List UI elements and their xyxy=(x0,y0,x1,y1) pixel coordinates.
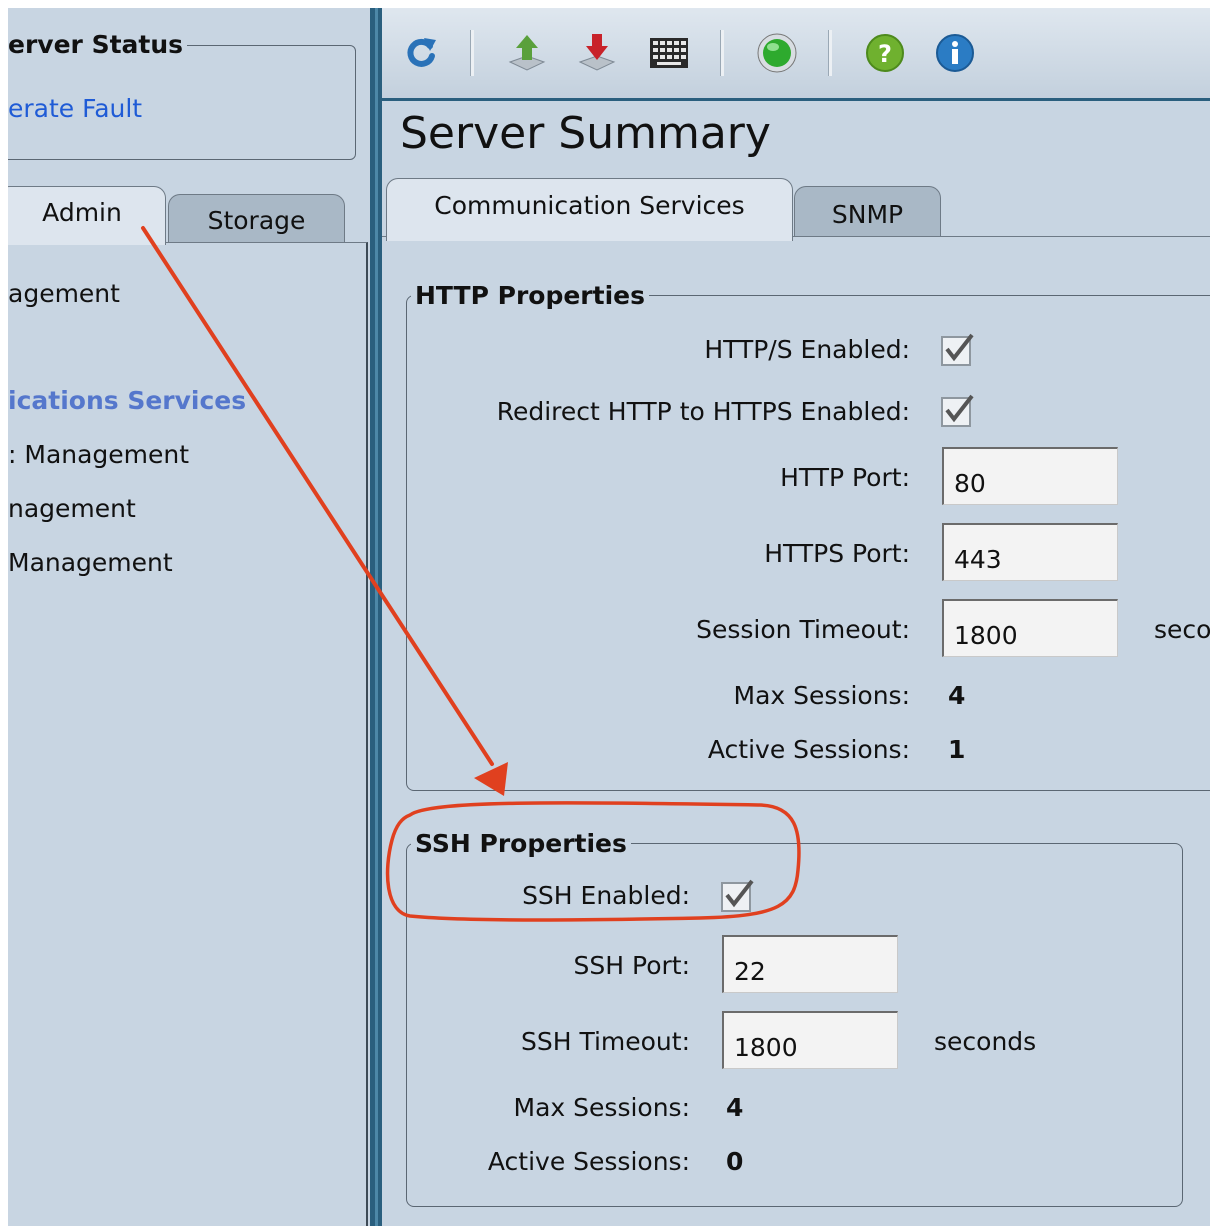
nav-item-certificate-management[interactable]: : Management xyxy=(8,440,189,469)
http-max-sessions-label: Max Sessions: xyxy=(733,681,910,710)
ssh-max-sessions-value: 4 xyxy=(726,1093,744,1122)
session-timeout-unit: seco xyxy=(1154,615,1210,644)
ssh-active-sessions-label: Active Sessions: xyxy=(487,1147,690,1176)
svg-text:?: ? xyxy=(878,40,892,68)
http-port-input[interactable] xyxy=(942,447,1118,505)
generate-fault-link[interactable]: erate Fault xyxy=(8,94,142,123)
help-icon[interactable]: ? xyxy=(864,32,906,74)
http-max-sessions-value: 4 xyxy=(948,681,966,710)
ssh-enabled-checkbox[interactable] xyxy=(720,879,754,913)
right-pane: ? Server Summary Communication Services … xyxy=(382,8,1210,1226)
ssh-properties-legend: SSH Properties xyxy=(415,829,627,858)
toolbar-separator xyxy=(470,30,474,76)
server-status-title: erver Status xyxy=(8,30,188,59)
http-port-label: HTTP Port: xyxy=(780,463,910,492)
http-properties-legend: HTTP Properties xyxy=(415,281,645,310)
toolbar-separator xyxy=(828,30,832,76)
ssh-max-sessions-label: Max Sessions: xyxy=(513,1093,690,1122)
communication-services-panel: HTTP Properties HTTP/S Enabled: Redirect… xyxy=(382,236,1210,1226)
ssh-enabled-label: SSH Enabled: xyxy=(522,881,690,910)
tab-snmp[interactable]: SNMP xyxy=(794,186,941,241)
redirect-https-checkbox[interactable] xyxy=(940,394,974,428)
tab-storage[interactable]: Storage xyxy=(168,194,345,245)
ssh-timeout-input[interactable] xyxy=(722,1011,898,1069)
nav-item-communications-services[interactable]: ications Services xyxy=(8,386,246,415)
tab-admin[interactable]: Admin xyxy=(8,186,166,245)
ssh-port-input[interactable] xyxy=(722,935,898,993)
https-enabled-label: HTTP/S Enabled: xyxy=(704,335,910,364)
left-pane: erver Status erate Fault Admin Storage a… xyxy=(8,8,370,1226)
status-globe-icon[interactable] xyxy=(756,32,798,74)
redirect-https-label: Redirect HTTP to HTTPS Enabled: xyxy=(496,397,910,426)
nav-item-firmware-management[interactable]: Management xyxy=(8,548,173,577)
https-port-input[interactable] xyxy=(942,523,1118,581)
ssh-timeout-label: SSH Timeout: xyxy=(520,1027,690,1056)
keyboard-icon[interactable] xyxy=(648,32,690,74)
upload-icon[interactable] xyxy=(506,32,548,74)
pane-splitter-highlight xyxy=(375,8,378,1226)
nav-item-user-management[interactable]: agement xyxy=(8,279,120,308)
refresh-icon[interactable] xyxy=(400,32,442,74)
ssh-active-sessions-value: 0 xyxy=(726,1147,744,1176)
tab-communication-services[interactable]: Communication Services xyxy=(386,178,793,241)
http-active-sessions-label: Active Sessions: xyxy=(707,735,910,764)
session-timeout-label: Session Timeout: xyxy=(696,615,910,644)
toolbar: ? xyxy=(382,8,1210,101)
nav-item-log-management[interactable]: nagement xyxy=(8,494,136,523)
http-active-sessions-value: 1 xyxy=(948,735,966,764)
https-enabled-checkbox[interactable] xyxy=(940,333,974,367)
toolbar-separator xyxy=(720,30,724,76)
page-title: Server Summary xyxy=(400,108,771,159)
session-timeout-input[interactable] xyxy=(942,599,1118,657)
admin-nav-panel: agement ications Services : Management n… xyxy=(8,242,368,1226)
https-port-label: HTTPS Port: xyxy=(764,539,910,568)
download-icon[interactable] xyxy=(576,32,618,74)
ssh-timeout-unit: seconds xyxy=(934,1027,1037,1056)
info-icon[interactable] xyxy=(934,32,976,74)
ssh-port-label: SSH Port: xyxy=(573,951,690,980)
